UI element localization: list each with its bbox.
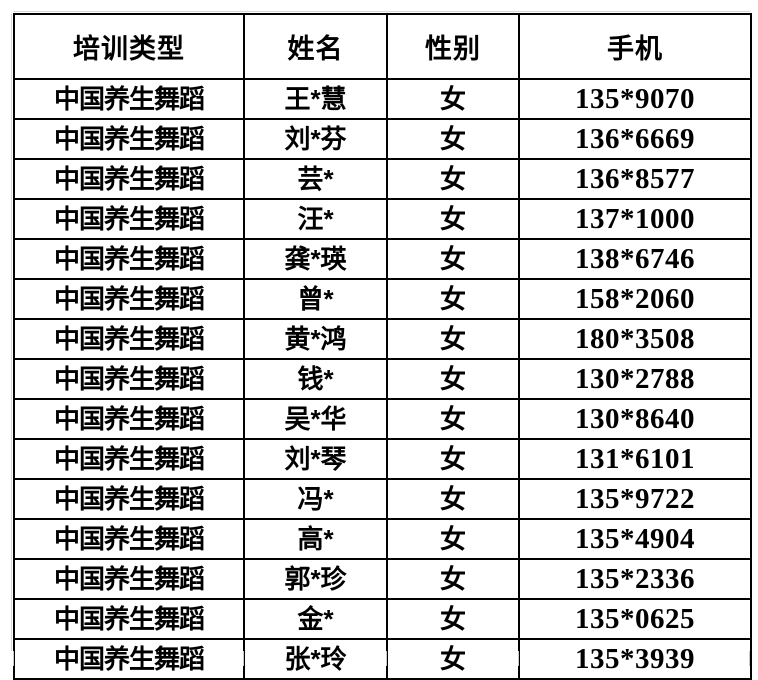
cell-gender: 女 — [386, 518, 520, 560]
cell-phone: 136*8577 — [518, 158, 752, 200]
cell-type: 中国养生舞蹈 — [13, 358, 245, 400]
cell-type: 中国养生舞蹈 — [13, 518, 245, 560]
cell-gender: 女 — [386, 238, 520, 280]
cell-phone: 180*3508 — [518, 318, 752, 360]
cell-name: 郭*珍 — [243, 558, 388, 600]
cell-phone: 138*6746 — [518, 238, 752, 280]
column-header-name: 姓名 — [243, 13, 388, 80]
cell-phone: 135*0625 — [518, 598, 752, 640]
partial-row-separator — [13, 651, 14, 666]
cell-name: 刘*芬 — [243, 118, 388, 160]
cell-name: 刘*琴 — [243, 438, 388, 480]
column-header-training-type: 培训类型 — [13, 13, 245, 80]
cell-phone: 135*4904 — [518, 518, 752, 560]
table-row: 中国养生舞蹈 汪* 女 137*1000 — [13, 198, 752, 240]
table-row: 中国养生舞蹈 郭*珍女 135*2336 — [13, 558, 752, 600]
cell-gender: 女 — [386, 478, 520, 520]
cell-type: 中国养生舞蹈 — [13, 278, 245, 320]
cell-name: 龚*瑛 — [243, 238, 388, 280]
partial-row-separator — [749, 651, 750, 666]
column-header-phone: 手机 — [518, 13, 752, 80]
partial-row-separator — [243, 651, 244, 666]
cell-gender: 女 — [386, 558, 520, 600]
cell-phone: 158*2060 — [518, 278, 752, 320]
table-row: 中国养生舞蹈 刘*芬女 136*6669 — [13, 118, 752, 160]
cell-phone: 135*9070 — [518, 78, 752, 120]
table-row: 中国养生舞蹈 吴*华女 130*8640 — [13, 398, 752, 440]
table-row: 中国养生舞蹈 黄*鸿女 180*3508 — [13, 318, 752, 360]
cell-type: 中国养生舞蹈 — [13, 158, 245, 200]
cell-name: 王*慧 — [243, 78, 388, 120]
cell-phone: 131*6101 — [518, 438, 752, 480]
roster-sheet: 培训类型 姓名 性别 手机 中国养生舞蹈 王*慧女 135*9070 中国养生舞蹈 刘*… — [0, 0, 758, 680]
cell-gender: 女 — [386, 358, 520, 400]
cell-type: 中国养生舞蹈 — [13, 238, 245, 280]
table-row: 中国养生舞蹈 曾* 女 158*2060 — [13, 278, 752, 320]
cell-gender: 女 — [386, 118, 520, 160]
cell-gender: 女 — [386, 438, 520, 480]
table-row: 中国养生舞蹈 刘*琴女 131*6101 — [13, 438, 752, 480]
cell-name: 高* — [243, 518, 388, 560]
cell-type: 中国养生舞蹈 — [13, 118, 245, 160]
partial-row-separator — [518, 651, 519, 666]
cell-type: 中国养生舞蹈 — [13, 398, 245, 440]
table-row: 中国养生舞蹈 芸* 女 136*8577 — [13, 158, 752, 200]
table-row: 中国养生舞蹈 金* 女 135*0625 — [13, 598, 752, 640]
cell-name: 曾* — [243, 278, 388, 320]
table-row: 中国养生舞蹈 龚*瑛女 138*6746 — [13, 238, 752, 280]
cell-phone: 136*6669 — [518, 118, 752, 160]
cell-type: 中国养生舞蹈 — [13, 318, 245, 360]
cell-gender: 女 — [386, 398, 520, 440]
table-row: 中国养生舞蹈 高* 女 135*4904 — [13, 518, 752, 560]
cell-type: 中国养生舞蹈 — [13, 478, 245, 520]
cell-phone: 137*1000 — [518, 198, 752, 240]
table-row: 中国养生舞蹈 冯* 女 135*9722 — [13, 478, 752, 520]
cell-gender: 女 — [386, 78, 520, 120]
roster-table: 培训类型 姓名 性别 手机 中国养生舞蹈 王*慧女 135*9070 中国养生舞蹈 刘*… — [13, 13, 752, 680]
cell-phone: 130*2788 — [518, 358, 752, 400]
cell-phone: 135*9722 — [518, 478, 752, 520]
cell-gender: 女 — [386, 318, 520, 360]
cell-gender: 女 — [386, 158, 520, 200]
cell-type: 中国养生舞蹈 — [13, 438, 245, 480]
cell-type: 中国养生舞蹈 — [13, 598, 245, 640]
table-row: 中国养生舞蹈 钱* 女 130*2788 — [13, 358, 752, 400]
cell-phone: 135*2336 — [518, 558, 752, 600]
ghost-gridline-left — [11, 13, 12, 651]
cell-type: 中国养生舞蹈 — [13, 558, 245, 600]
partial-row-separator — [386, 651, 387, 666]
cell-name: 汪* — [243, 198, 388, 240]
table-row: 中国养生舞蹈 王*慧女 135*9070 — [13, 78, 752, 120]
cell-gender: 女 — [386, 198, 520, 240]
cell-name: 钱* — [243, 358, 388, 400]
table-header: 培训类型 姓名 性别 手机 — [13, 13, 752, 80]
cell-name: 吴*华 — [243, 398, 388, 440]
cell-name: 黄*鸿 — [243, 318, 388, 360]
cell-name: 冯* — [243, 478, 388, 520]
cell-name: 金* — [243, 598, 388, 640]
cell-name: 芸* — [243, 158, 388, 200]
cell-type: 中国养生舞蹈 — [13, 198, 245, 240]
ghost-gridline-top — [13, 11, 750, 12]
table-body: 中国养生舞蹈 王*慧女 135*9070 中国养生舞蹈 刘*芬女 136*6669 中国养生… — [13, 78, 752, 680]
table-header-row: 培训类型 姓名 性别 手机 — [13, 13, 752, 80]
cell-type: 中国养生舞蹈 — [13, 78, 245, 120]
column-header-gender: 性别 — [386, 13, 520, 80]
cell-gender: 女 — [386, 278, 520, 320]
partial-clipped-row — [13, 651, 750, 666]
cell-gender: 女 — [386, 598, 520, 640]
cell-phone: 130*8640 — [518, 398, 752, 440]
